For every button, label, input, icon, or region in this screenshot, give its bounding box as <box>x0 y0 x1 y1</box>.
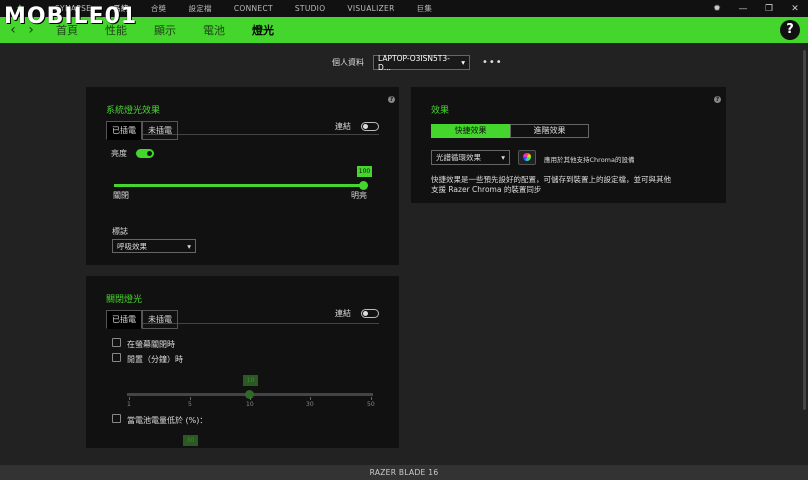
profile-dropdown[interactable]: LAPTOP-O3ISN5T3-D... ▾ <box>373 53 470 72</box>
help-question-icon[interactable]: ? <box>388 96 395 103</box>
effects-panel: ? 效果 快捷效果 進階效果 光譜循環效果 ▾ 應用於其他支持Chroma的設備… <box>411 87 726 203</box>
top-nav-rewards[interactable]: 合獎 <box>151 3 167 14</box>
top-nav-macros[interactable]: 巨集 <box>417 3 433 14</box>
idle-tick-label: 10 <box>246 401 254 408</box>
idle-tick-mark <box>310 397 311 400</box>
chroma-apply-icon[interactable] <box>518 150 536 165</box>
sync-label: 連結 <box>335 309 351 318</box>
sync-control: 連結 <box>335 121 379 132</box>
settings-gear-icon[interactable]: ✹ <box>704 4 730 14</box>
power-tabs: 已插電 未插電 <box>106 310 178 329</box>
minimize-icon[interactable]: — <box>730 4 756 14</box>
idle-tick-label: 5 <box>188 401 192 408</box>
tab-unplugged[interactable]: 未插電 <box>142 121 178 140</box>
brightness-label: 亮度 <box>111 149 127 158</box>
window-controls: ✹ — ❐ ✕ <box>704 0 808 17</box>
dropdown-caret-icon: ▾ <box>501 153 505 162</box>
system-lighting-title: 系統燈光效果 <box>106 106 161 116</box>
watermark-logo: MOBILE01 <box>4 4 138 29</box>
power-tabs: 已插電 未插電 <box>106 121 178 140</box>
help-icon[interactable]: ? <box>780 20 800 40</box>
effects-title: 效果 <box>431 106 450 116</box>
brightness-max-label: 明亮 <box>351 191 367 200</box>
top-nav-studio[interactable]: STUDIO <box>295 4 326 13</box>
device-name-bar: RAZER BLADE 16 <box>0 465 808 480</box>
tab-lighting[interactable]: 燈光 <box>252 22 274 38</box>
maximize-icon[interactable]: ❐ <box>756 4 782 14</box>
tab-display[interactable]: 顯示 <box>154 22 176 38</box>
idle-value-bubble: 10 <box>243 375 258 386</box>
dropdown-caret-icon: ▾ <box>461 58 465 67</box>
system-lighting-panel: ? 系統燈光效果 已插電 未插電 連結 亮度 100 關閉 明亮 標誌 呼吸效果… <box>86 87 399 265</box>
apply-chroma-label: 應用於其他支持Chroma的設備 <box>544 156 635 164</box>
brightness-slider-fill <box>114 184 363 187</box>
lighting-off-title: 關閉燈光 <box>106 295 143 305</box>
idle-label: 閒置（分鐘）時 <box>127 355 183 364</box>
effect-dropdown[interactable]: 光譜循環效果 ▾ <box>431 150 510 165</box>
tab-plugged-in[interactable]: 已插電 <box>106 310 142 329</box>
profile-label: 個人資料 <box>332 58 364 67</box>
logo-effect-dropdown[interactable]: 呼吸效果 ▾ <box>112 239 196 253</box>
battery-label: 當電池電量低於 (%)： <box>127 416 208 425</box>
idle-tick-label: 50 <box>367 401 375 408</box>
idle-checkbox[interactable] <box>112 353 121 362</box>
idle-tick-label: 30 <box>306 401 314 408</box>
lighting-off-panel: 關閉燈光 已插電 未插電 連結 在螢幕關閉時 閒置（分鐘）時 10 1 5 10… <box>86 276 399 448</box>
top-nav-visualizer[interactable]: VISUALIZER <box>347 4 394 13</box>
top-nav-profiles[interactable]: 設定檔 <box>188 3 211 14</box>
brightness-min-label: 關閉 <box>113 191 129 200</box>
sync-control: 連結 <box>335 308 379 319</box>
idle-tick-mark <box>190 397 191 400</box>
effects-description-line2: 支援 Razer Chroma 的裝置同步 <box>431 185 542 194</box>
battery-value-bubble: 30 <box>183 435 198 446</box>
idle-tick-mark <box>250 397 251 400</box>
sync-toggle[interactable] <box>361 122 379 131</box>
close-icon[interactable]: ✕ <box>782 4 808 14</box>
idle-tick-mark <box>371 397 372 400</box>
brightness-slider-thumb[interactable] <box>359 181 368 190</box>
top-nav-connect[interactable]: CONNECT <box>234 4 273 13</box>
advanced-effects-button[interactable]: 進階效果 <box>510 124 589 138</box>
tab-plugged-in[interactable]: 已插電 <box>106 121 142 140</box>
brightness-toggle[interactable] <box>136 149 154 158</box>
idle-tick-mark <box>129 397 130 400</box>
idle-tick-label: 1 <box>127 401 131 408</box>
screen-off-checkbox[interactable] <box>112 338 121 347</box>
profile-value: LAPTOP-O3ISN5T3-D... <box>378 53 450 72</box>
logo-effect-value: 呼吸效果 <box>117 241 147 251</box>
effect-value: 光譜循環效果 <box>436 153 481 162</box>
profile-row: 個人資料 LAPTOP-O3ISN5T3-D... ▾ ••• <box>332 53 503 72</box>
logo-label: 標誌 <box>112 227 128 236</box>
quick-effects-button[interactable]: 快捷效果 <box>431 124 510 138</box>
screen-off-label: 在螢幕關閉時 <box>127 340 175 349</box>
scrollbar[interactable] <box>803 50 806 410</box>
more-options-icon[interactable]: ••• <box>482 57 503 68</box>
tab-unplugged[interactable]: 未插電 <box>142 310 178 329</box>
effects-mode-segment: 快捷效果 進階效果 <box>431 124 589 138</box>
tab-battery[interactable]: 電池 <box>203 22 225 38</box>
sync-toggle[interactable] <box>361 309 379 318</box>
brightness-value-bubble: 100 <box>357 166 372 177</box>
dropdown-caret-icon: ▾ <box>187 241 191 251</box>
battery-checkbox[interactable] <box>112 414 121 423</box>
sync-label: 連結 <box>335 122 351 131</box>
help-question-icon[interactable]: ? <box>714 96 721 103</box>
